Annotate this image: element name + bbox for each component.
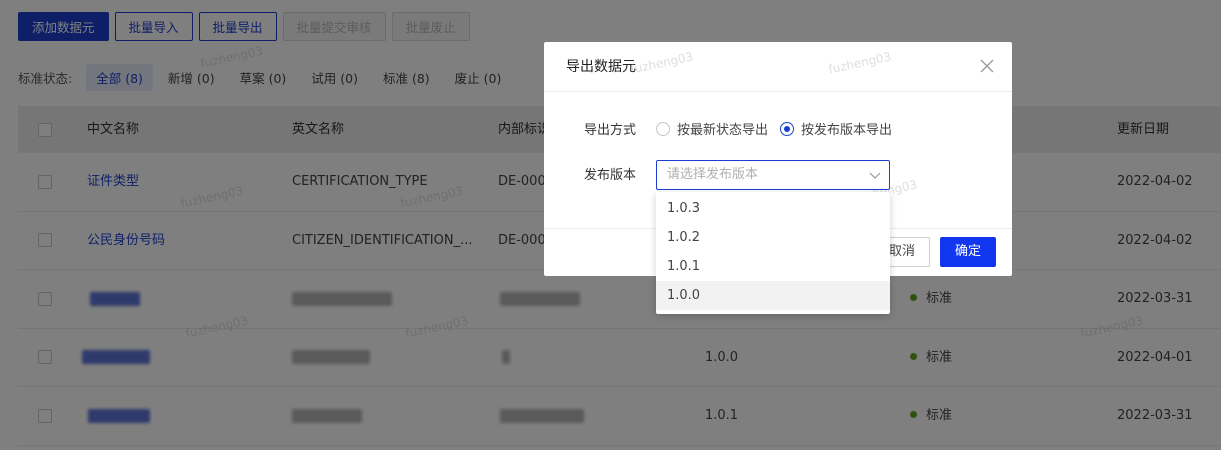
- release-version-dropdown: 1.0.3 1.0.2 1.0.1 1.0.0: [656, 192, 890, 314]
- select-placeholder: 请选择发布版本: [667, 167, 759, 182]
- dropdown-option[interactable]: 1.0.1: [656, 252, 890, 281]
- radio-release-version[interactable]: 按发布版本导出: [780, 119, 892, 138]
- dropdown-option[interactable]: 1.0.0: [656, 281, 890, 310]
- release-version-select[interactable]: 请选择发布版本: [656, 160, 890, 190]
- radio-circle[interactable]: [780, 121, 794, 136]
- radio-circle[interactable]: [656, 121, 670, 136]
- dropdown-option[interactable]: 1.0.2: [656, 223, 890, 252]
- chevron-down-icon: [869, 172, 881, 179]
- radio-release-label: 按发布版本导出: [801, 123, 893, 138]
- radio-latest-label: 按最新状态导出: [677, 123, 769, 138]
- dropdown-option[interactable]: 1.0.3: [656, 194, 890, 223]
- release-version-label: 发布版本: [584, 168, 637, 183]
- dialog-title: 导出数据元: [566, 59, 636, 75]
- close-icon[interactable]: [980, 59, 994, 73]
- export-method-label: 导出方式: [584, 123, 637, 138]
- dialog-header: 导出数据元: [544, 42, 1012, 92]
- radio-latest-status[interactable]: 按最新状态导出: [656, 119, 768, 138]
- ok-button[interactable]: 确定: [940, 237, 997, 267]
